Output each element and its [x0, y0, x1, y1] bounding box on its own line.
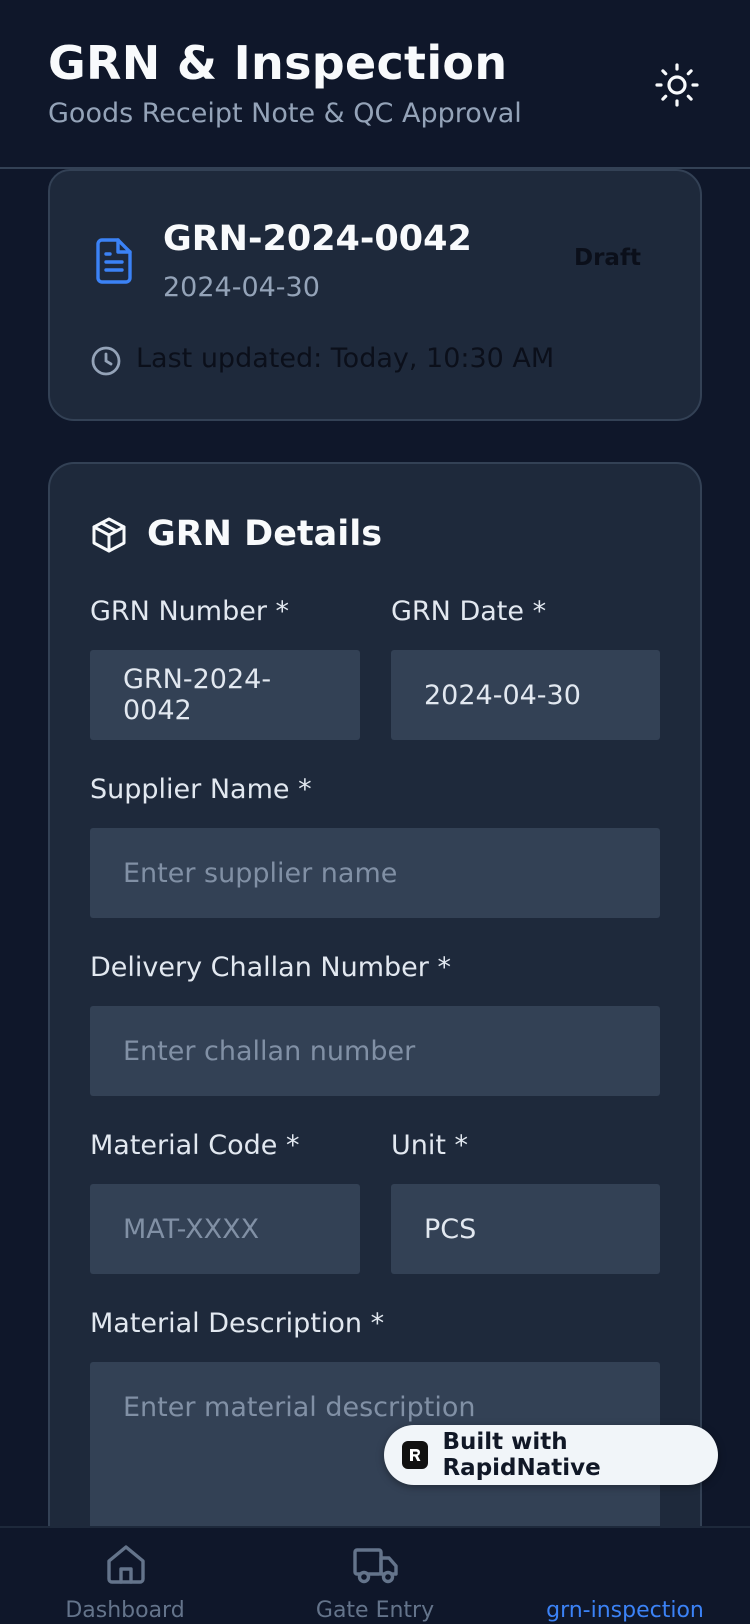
grn-date-label: GRN Date * [391, 596, 547, 627]
unit-label: Unit * [391, 1130, 469, 1161]
supplier-name-input[interactable]: Enter supplier name [90, 828, 660, 918]
tab-dashboard[interactable]: Dashboard [0, 1528, 250, 1624]
scroll-content[interactable]: GRN-2024-0042 2024-04-30 Draft Last upda… [0, 169, 750, 1526]
section-title: GRN Details [147, 514, 383, 554]
supplier-name-label: Supplier Name * [90, 774, 312, 805]
page-title: GRN & Inspection [48, 36, 508, 90]
grn-date-input[interactable]: 2024-04-30 [391, 650, 660, 740]
tab-label: grn-inspection [546, 1598, 704, 1623]
grn-number-input[interactable]: GRN-2024-0042 [90, 650, 360, 740]
document-icon [96, 238, 132, 284]
tab-label: Gate Entry [315, 1598, 435, 1623]
grn-details-card: GRN Details GRN Number * GRN-2024-0042 G… [48, 462, 702, 1526]
app-header: GRN & Inspection Goods Receipt Note & QC… [0, 0, 750, 169]
truck-icon [353, 1548, 398, 1584]
tab-gate-entry[interactable]: Gate Entry [250, 1528, 500, 1624]
clock-icon [91, 346, 121, 376]
material-code-label: Material Code * [90, 1130, 300, 1161]
unit-select[interactable]: PCS [391, 1184, 660, 1274]
built-with-label: Built with RapidNative [442, 1429, 601, 1481]
challan-number-input[interactable]: Enter challan number [90, 1006, 660, 1096]
material-description-label: Material Description * [90, 1308, 385, 1339]
page-subtitle: Goods Receipt Note & QC Approval [48, 98, 522, 129]
home-icon [107, 1545, 145, 1584]
grn-number-heading: GRN-2024-0042 [163, 219, 472, 259]
challan-number-label: Delivery Challan Number * [90, 952, 451, 983]
grn-summary-card: GRN-2024-0042 2024-04-30 Draft Last upda… [48, 169, 702, 421]
sun-icon [655, 63, 699, 107]
rapidnative-logo-icon [402, 1441, 429, 1469]
grn-date-text: 2024-04-30 [163, 272, 320, 303]
status-badge: Draft [574, 245, 641, 271]
bottom-tab-bar: Dashboard Gate Entry grn-inspection [0, 1526, 750, 1624]
tab-label: Dashboard [65, 1598, 185, 1623]
built-with-badge[interactable]: Built with RapidNative [384, 1425, 718, 1485]
grn-number-label: GRN Number * [90, 596, 290, 627]
last-updated-text: Last updated: Today, 10:30 AM [136, 343, 555, 374]
package-icon [92, 517, 126, 553]
theme-toggle-button[interactable] [652, 60, 702, 110]
tab-grn-inspection[interactable]: grn-inspection [500, 1528, 750, 1624]
material-code-input[interactable]: MAT-XXXX [90, 1184, 360, 1274]
